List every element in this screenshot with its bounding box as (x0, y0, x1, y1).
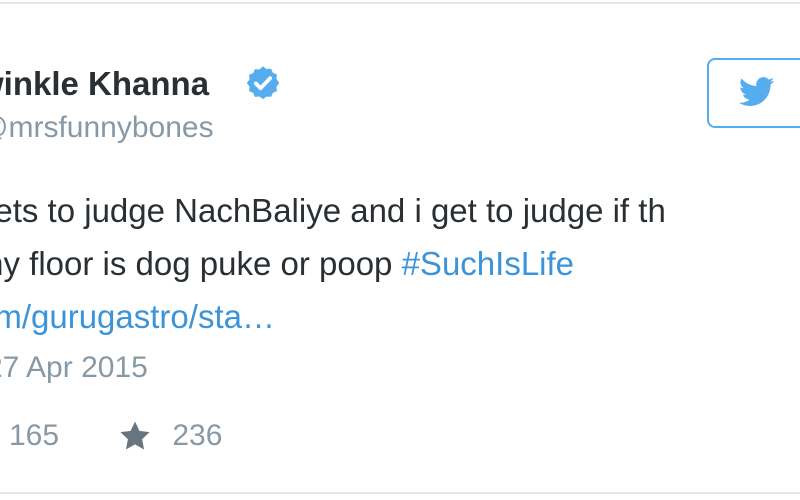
twitter-bird-icon (739, 77, 775, 106)
author-name[interactable]: winkle Khanna (0, 64, 209, 104)
tweet-text-line-2: my floor is dog puke or poop #SuchIsLife (0, 237, 800, 290)
like-action[interactable]: 236 (118, 414, 222, 458)
follow-button[interactable] (707, 58, 800, 128)
author-handle[interactable]: @mrsfunnybones (0, 110, 214, 146)
embedded-tweet-card: winkle Khanna @mrsfunnybones gets to jud… (0, 2, 800, 494)
tweet-text: gets to judge NachBaliye and i get to ju… (0, 184, 800, 343)
tweet-text-line-1: gets to judge NachBaliye and i get to ju… (0, 192, 666, 229)
star-icon (118, 419, 152, 466)
tweet-text-line-2-body: my floor is dog puke or poop (0, 245, 402, 282)
hashtag-link[interactable]: #SuchIsLife (402, 245, 574, 282)
verified-badge-icon (246, 66, 280, 100)
like-count: 236 (172, 419, 223, 452)
url-link[interactable]: om/gurugastro/sta… (0, 298, 275, 335)
retweet-action[interactable]: 165 (9, 414, 59, 458)
tweet-date[interactable]: 27 Apr 2015 (0, 348, 148, 388)
author-handle-text: mrsfunnybones (8, 111, 214, 144)
retweet-count: 165 (9, 419, 60, 452)
tweet-text-line-3: om/gurugastro/sta… (0, 290, 800, 343)
